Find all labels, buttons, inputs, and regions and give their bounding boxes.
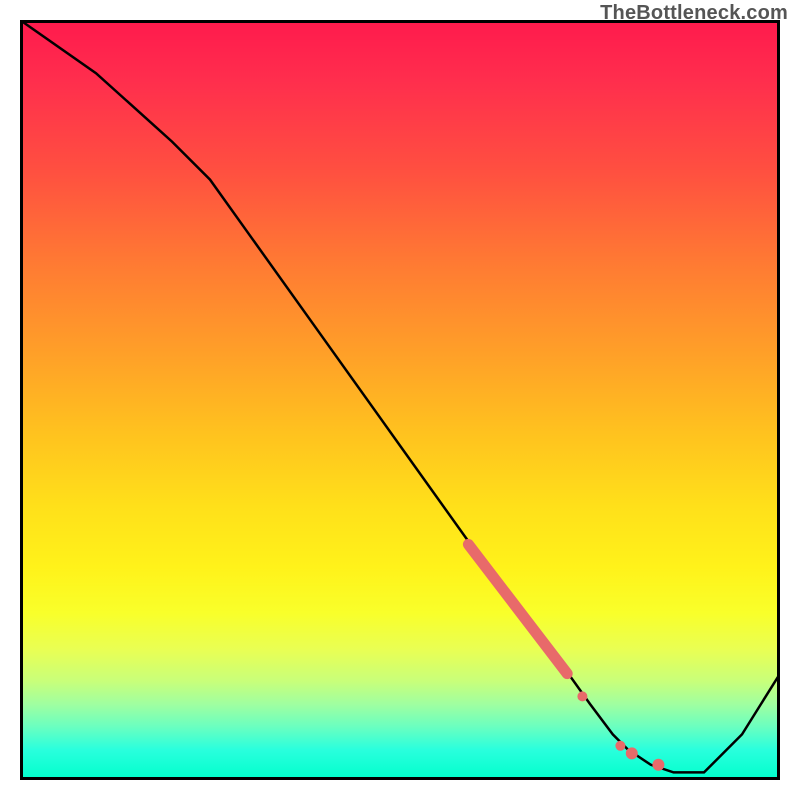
chart-container: TheBottleneck.com — [0, 0, 800, 800]
highlight-segment — [468, 544, 567, 673]
highlight-dot — [626, 747, 638, 759]
watermark-text: TheBottleneck.com — [600, 2, 788, 25]
highlight-dot — [615, 741, 625, 751]
highlight-dot — [577, 691, 587, 701]
curve-line — [20, 20, 780, 772]
plot-svg — [20, 20, 780, 780]
highlight-dot — [652, 759, 664, 771]
